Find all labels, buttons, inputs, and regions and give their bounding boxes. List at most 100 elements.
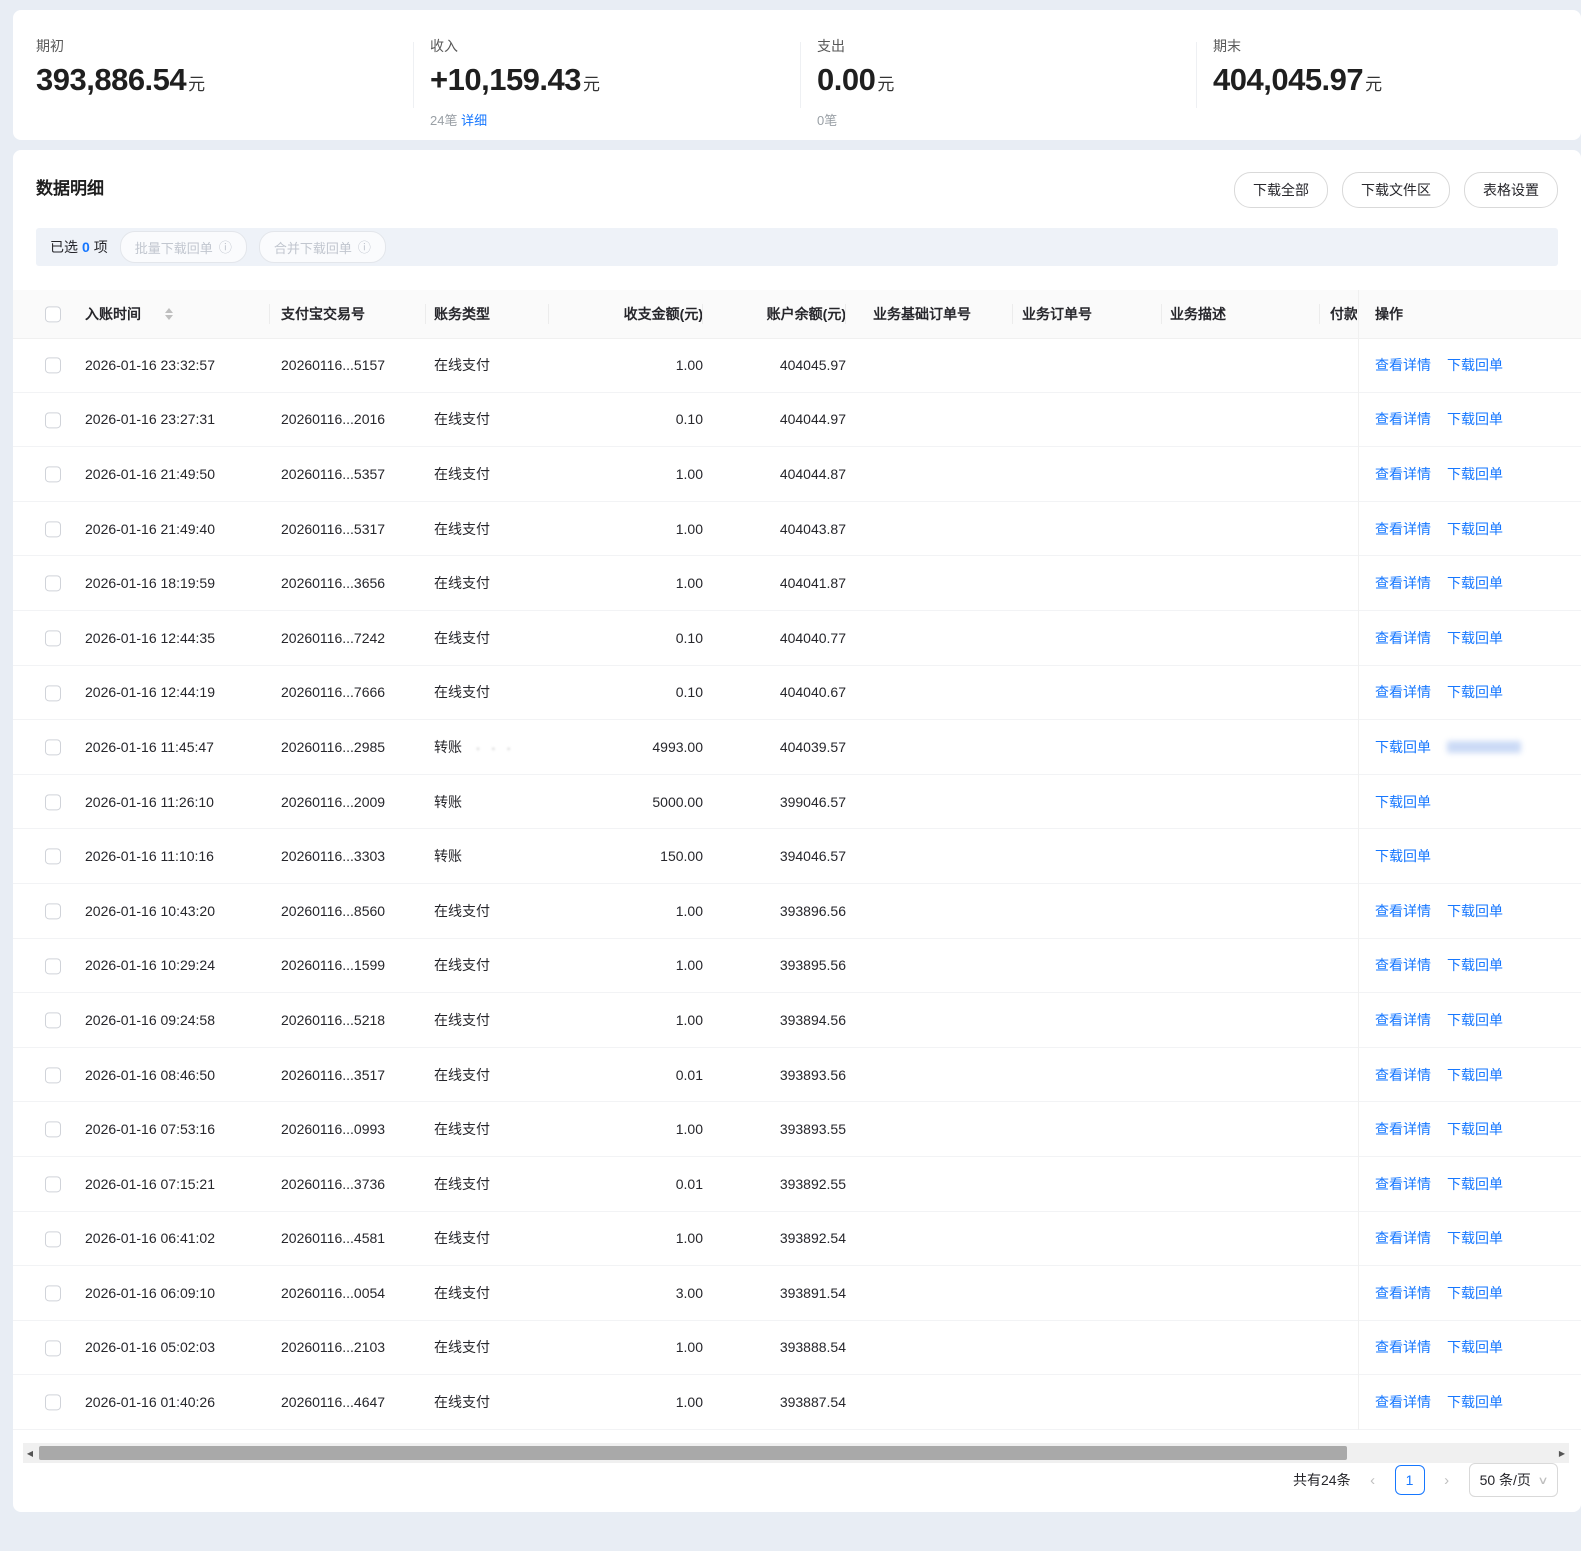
row-checkbox[interactable]: [45, 466, 61, 483]
view-detail-link[interactable]: 查看详情: [1375, 355, 1431, 375]
view-detail-link[interactable]: 查看详情: [1375, 628, 1431, 648]
next-page-icon[interactable]: ›: [1439, 1472, 1455, 1489]
row-checkbox[interactable]: [45, 957, 61, 974]
download-receipt-link[interactable]: 下载回单: [1375, 737, 1431, 757]
scroll-left-icon[interactable]: ◀: [23, 1443, 37, 1463]
row-checkbox[interactable]: [45, 412, 61, 429]
view-detail-link[interactable]: 查看详情: [1375, 573, 1431, 593]
download-receipt-link[interactable]: 下载回单: [1447, 1119, 1503, 1139]
row-checkbox[interactable]: [45, 848, 61, 865]
view-detail-link[interactable]: 查看详情: [1375, 519, 1431, 539]
cell-amount: 0.10: [675, 629, 703, 646]
download-receipt-link[interactable]: 下载回单: [1447, 519, 1503, 539]
table-row: 2026-01-16 08:46:50 20260116...3517 在线支付…: [13, 1048, 1581, 1103]
table-row: 2026-01-16 06:09:10 20260116...0054 在线支付…: [13, 1266, 1581, 1321]
cell-balance: 393891.54: [779, 1284, 846, 1301]
cell-amount: 1.00: [675, 1230, 703, 1247]
table-settings-button[interactable]: 表格设置: [1464, 172, 1558, 208]
cell-time: 2026-01-16 07:15:21: [85, 1175, 215, 1192]
select-all-checkbox[interactable]: [45, 306, 61, 323]
row-checkbox[interactable]: [45, 357, 61, 374]
view-detail-link[interactable]: 查看详情: [1375, 682, 1431, 702]
view-detail-link[interactable]: 查看详情: [1375, 955, 1431, 975]
row-checkbox[interactable]: [45, 739, 61, 756]
divider: [800, 42, 801, 108]
download-receipt-link[interactable]: 下载回单: [1447, 355, 1503, 375]
row-checkbox[interactable]: [45, 521, 61, 538]
view-detail-link[interactable]: 查看详情: [1375, 1065, 1431, 1085]
download-receipt-link[interactable]: 下载回单: [1375, 792, 1431, 812]
table-row: 2026-01-16 09:24:58 20260116...5218 在线支付…: [13, 993, 1581, 1048]
prev-page-icon[interactable]: ‹: [1365, 1472, 1381, 1489]
cell-amount: 1.00: [675, 520, 703, 537]
cell-trade-no: 20260116...0054: [281, 1284, 386, 1301]
download-receipt-link[interactable]: 下载回单: [1447, 628, 1503, 648]
download-receipt-link[interactable]: 下载回单: [1447, 1392, 1503, 1412]
cell-actions: 查看详情 下载回单: [1358, 628, 1581, 648]
download-receipt-link[interactable]: 下载回单: [1447, 573, 1503, 593]
download-receipt-link[interactable]: 下载回单: [1447, 955, 1503, 975]
row-checkbox[interactable]: [45, 1121, 61, 1138]
row-checkbox[interactable]: [45, 794, 61, 811]
download-receipt-link[interactable]: 下载回单: [1447, 682, 1503, 702]
cell-actions: 下载回单: [1358, 846, 1581, 866]
sort-icon[interactable]: [165, 308, 173, 320]
download-receipt-link[interactable]: 下载回单: [1447, 1228, 1503, 1248]
info-icon: ⓘ: [218, 239, 232, 255]
column-header-description: 业务描述: [1170, 304, 1320, 324]
table-row: 2026-01-16 11:45:47 20260116...2985 转账 · …: [13, 720, 1581, 775]
download-receipt-link[interactable]: 下载回单: [1447, 1283, 1503, 1303]
column-header-time[interactable]: 入账时间: [85, 304, 270, 324]
cell-actions: 查看详情 下载回单: [1358, 1337, 1581, 1357]
cell-balance: 393892.55: [779, 1175, 846, 1192]
row-checkbox[interactable]: [45, 1176, 61, 1193]
row-checkbox[interactable]: [45, 685, 61, 702]
download-receipt-link[interactable]: 下载回单: [1447, 409, 1503, 429]
table-body: 2026-01-16 23:32:57 20260116...5157 在线支付…: [13, 338, 1581, 1430]
row-checkbox[interactable]: [45, 575, 61, 592]
scrollbar-thumb[interactable]: [39, 1446, 1347, 1460]
row-checkbox[interactable]: [45, 1340, 61, 1357]
view-detail-link[interactable]: 查看详情: [1375, 409, 1431, 429]
scroll-right-icon[interactable]: ▶: [1555, 1443, 1569, 1463]
view-detail-link[interactable]: 查看详情: [1375, 1174, 1431, 1194]
batch-download-button[interactable]: 批量下载回单 ⓘ: [119, 231, 247, 263]
view-detail-link[interactable]: 查看详情: [1375, 1337, 1431, 1357]
download-receipt-link[interactable]: 下载回单: [1447, 901, 1503, 921]
income-detail-link[interactable]: 详细: [461, 113, 487, 128]
download-receipt-link[interactable]: 下载回单: [1447, 464, 1503, 484]
expense-label: 支出: [817, 38, 845, 54]
current-page-button[interactable]: 1: [1394, 1465, 1425, 1495]
cell-balance: 393887.54: [779, 1394, 846, 1411]
download-receipt-link[interactable]: 下载回单: [1447, 1065, 1503, 1085]
download-receipt-link[interactable]: 下载回单: [1375, 846, 1431, 866]
view-detail-link[interactable]: 查看详情: [1375, 464, 1431, 484]
view-detail-link[interactable]: 查看详情: [1375, 901, 1431, 921]
row-checkbox[interactable]: [45, 1230, 61, 1247]
view-detail-link[interactable]: 查看详情: [1375, 1228, 1431, 1248]
view-detail-link[interactable]: 查看详情: [1375, 1119, 1431, 1139]
page-size-select[interactable]: 50 条/页 ∨: [1468, 1463, 1558, 1497]
download-receipt-link[interactable]: 下载回单: [1447, 1010, 1503, 1030]
row-checkbox[interactable]: [45, 1394, 61, 1411]
cell-trade-no: 20260116...3656: [281, 575, 386, 592]
download-all-button[interactable]: 下载全部: [1234, 172, 1328, 208]
row-checkbox[interactable]: [45, 903, 61, 920]
row-checkbox[interactable]: [45, 1285, 61, 1302]
cell-time: 2026-01-16 11:10:16: [85, 848, 214, 865]
view-detail-link[interactable]: 查看详情: [1375, 1283, 1431, 1303]
cell-amount: 1.00: [675, 1339, 703, 1356]
download-file-area-button[interactable]: 下载文件区: [1342, 172, 1450, 208]
view-detail-link[interactable]: 查看详情: [1375, 1010, 1431, 1030]
cell-balance: 404039.57: [779, 738, 846, 755]
download-receipt-link[interactable]: 下载回单: [1447, 1337, 1503, 1357]
row-checkbox[interactable]: [45, 1012, 61, 1029]
cell-trade-no: 20260116...3736: [281, 1175, 386, 1192]
horizontal-scrollbar[interactable]: ◀ ▶: [23, 1443, 1569, 1463]
row-checkbox[interactable]: [45, 1067, 61, 1084]
download-receipt-link[interactable]: 下载回单: [1447, 1174, 1503, 1194]
cell-trade-no: 20260116...7242: [281, 629, 386, 646]
merge-download-button[interactable]: 合并下载回单 ⓘ: [258, 231, 386, 263]
view-detail-link[interactable]: 查看详情: [1375, 1392, 1431, 1412]
row-checkbox[interactable]: [45, 630, 61, 647]
